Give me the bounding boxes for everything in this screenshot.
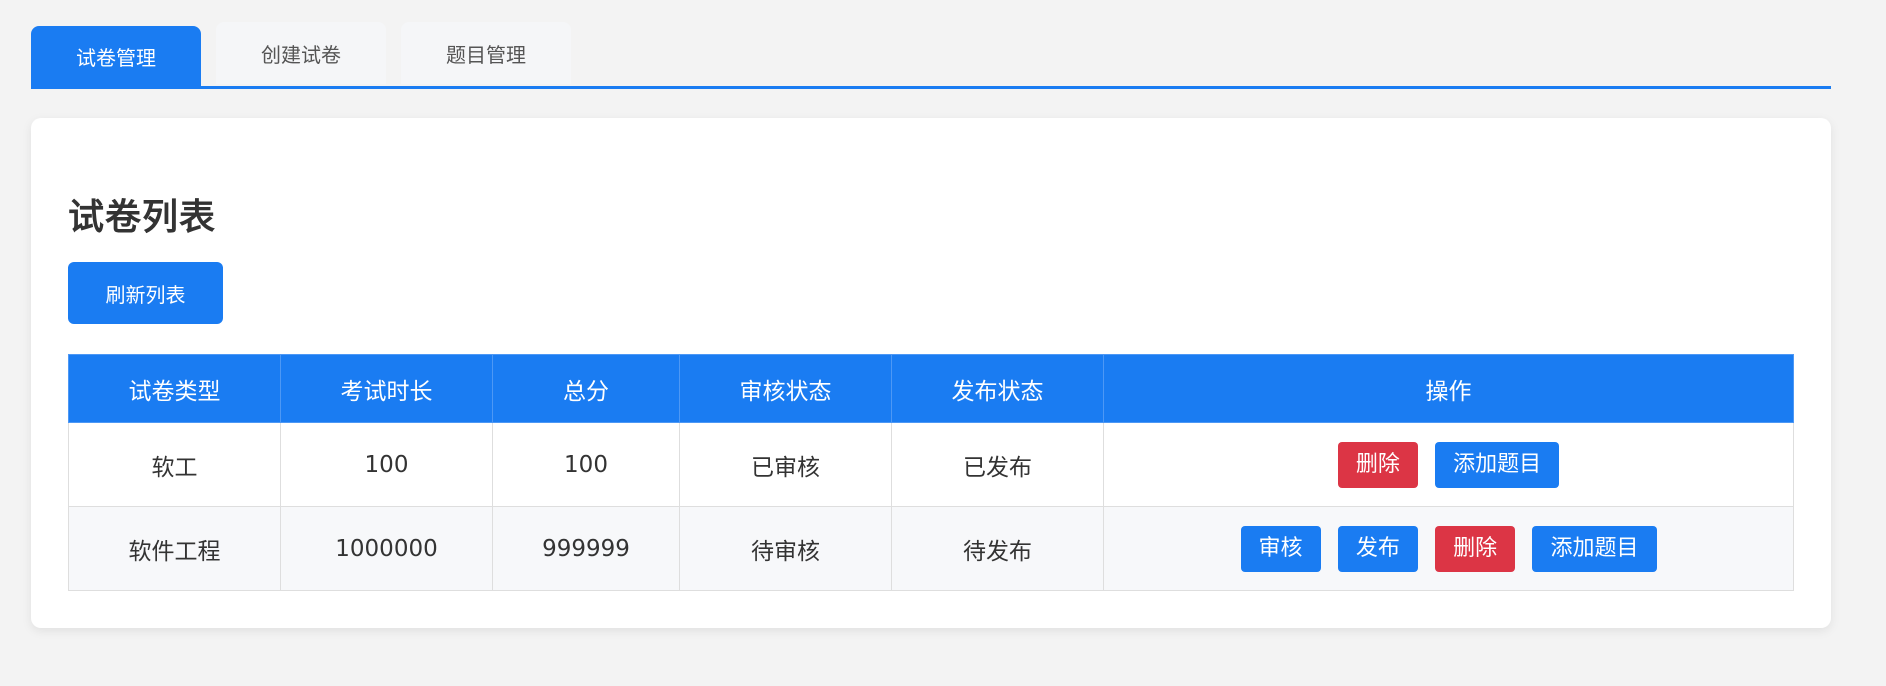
header-total-score: 总分 (492, 354, 680, 423)
exam-list-card: 试卷列表 刷新列表 试卷类型 考试时长 总分 审核状态 发布状态 操作 软工 1… (31, 118, 1831, 628)
header-actions: 操作 (1103, 354, 1794, 423)
page-title: 试卷列表 (68, 197, 217, 238)
delete-button[interactable]: 删除 (1435, 525, 1516, 572)
header-duration: 考试时长 (280, 354, 493, 423)
app-root: 试卷管理 创建试卷 题目管理 试卷列表 刷新列表 试卷类型 考试时长 总分 审核… (0, 0, 1886, 686)
cell-total-score: 999999 (492, 506, 680, 591)
cell-exam-type: 软工 (68, 422, 281, 507)
tab-question-management[interactable]: 题目管理 (401, 22, 571, 84)
tab-exam-management[interactable]: 试卷管理 (31, 26, 201, 86)
cell-actions: 删除 添加题目 (1103, 422, 1794, 507)
exam-table: 试卷类型 考试时长 总分 审核状态 发布状态 操作 软工 100 100 已审核… (68, 354, 1794, 591)
cell-publish-status: 已发布 (891, 422, 1104, 507)
delete-button[interactable]: 删除 (1337, 441, 1418, 488)
header-review-status: 审核状态 (679, 354, 892, 423)
review-button[interactable]: 审核 (1240, 525, 1321, 572)
tab-bar: 试卷管理 创建试卷 题目管理 (31, 22, 1831, 89)
cell-total-score: 100 (492, 422, 680, 507)
cell-exam-type: 软件工程 (68, 506, 281, 591)
tab-create-exam[interactable]: 创建试卷 (216, 22, 386, 84)
table-row: 软件工程 1000000 999999 待审核 待发布 审核 发布 删除 添加题… (68, 506, 1794, 591)
cell-duration: 1000000 (280, 506, 493, 591)
cell-review-status: 待审核 (679, 506, 892, 591)
table-header-row: 试卷类型 考试时长 总分 审核状态 发布状态 操作 (68, 354, 1794, 423)
table-row: 软工 100 100 已审核 已发布 删除 添加题目 (68, 422, 1794, 507)
cell-review-status: 已审核 (679, 422, 892, 507)
cell-actions: 审核 发布 删除 添加题目 (1103, 506, 1794, 591)
publish-button[interactable]: 发布 (1337, 525, 1418, 572)
add-question-button[interactable]: 添加题目 (1532, 525, 1657, 572)
cell-duration: 100 (280, 422, 493, 507)
refresh-list-button[interactable]: 刷新列表 (68, 262, 223, 324)
cell-publish-status: 待发布 (891, 506, 1104, 591)
add-question-button[interactable]: 添加题目 (1435, 441, 1560, 488)
header-exam-type: 试卷类型 (68, 354, 281, 423)
header-publish-status: 发布状态 (891, 354, 1104, 423)
